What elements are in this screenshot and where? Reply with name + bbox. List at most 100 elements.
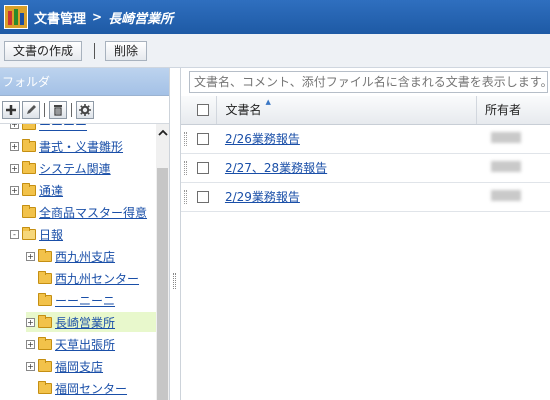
folder-panel-header: フォルダ bbox=[0, 68, 169, 96]
column-header-owner[interactable]: 所有者 bbox=[476, 96, 550, 125]
create-document-button[interactable]: 文書の作成 bbox=[4, 40, 83, 61]
folder-icon bbox=[22, 204, 36, 218]
expand-icon[interactable]: + bbox=[26, 317, 35, 327]
document-panel: ▲ 文書名 所有者 2/26業務報告 2/27、28業務報告 bbox=[180, 68, 550, 400]
folder-icon bbox=[22, 160, 36, 174]
tree-item[interactable]: 全商品マスター得意 bbox=[22, 202, 147, 222]
folder-icon bbox=[38, 358, 52, 372]
plus-icon[interactable] bbox=[2, 100, 20, 119]
row-grip[interactable] bbox=[181, 124, 189, 154]
collapse-icon[interactable]: - bbox=[10, 229, 19, 239]
column-header-name[interactable]: ▲ 文書名 bbox=[216, 96, 478, 125]
expand-icon[interactable]: + bbox=[10, 185, 19, 195]
current-folder-title: 長崎営業所 bbox=[108, 11, 174, 27]
folder-tree: + ーーーー + 書式・义書雛形 + システム関連 + 通達 全商品マスター得意… bbox=[0, 124, 156, 400]
tree-item-label[interactable]: 通達 bbox=[39, 182, 63, 199]
tree-item-label[interactable]: 福岡センター bbox=[55, 380, 127, 397]
document-link[interactable]: 2/26業務報告 bbox=[225, 132, 300, 146]
owner-redacted bbox=[490, 160, 521, 172]
splitter-grip-icon[interactable] bbox=[173, 273, 176, 289]
trash-icon[interactable] bbox=[49, 100, 67, 119]
folder-icon bbox=[22, 138, 36, 152]
table-row[interactable]: 2/27、28業務報告 bbox=[181, 153, 550, 183]
folder-icon bbox=[38, 270, 52, 284]
row-grip[interactable] bbox=[181, 153, 189, 183]
table-row[interactable]: 2/26業務報告 bbox=[181, 124, 550, 154]
document-link[interactable]: 2/27、28業務報告 bbox=[225, 161, 327, 175]
toolbar: 文書の作成 削除 bbox=[0, 34, 550, 68]
row-select-cell bbox=[188, 182, 217, 212]
row-select-cell bbox=[188, 124, 217, 154]
tree-item-label[interactable]: システム関連 bbox=[39, 160, 111, 177]
tree-item[interactable]: + ーーーー bbox=[10, 124, 87, 134]
tree-item[interactable]: - 日報 bbox=[10, 224, 63, 244]
row-checkbox[interactable] bbox=[196, 133, 209, 145]
folder-toolbar bbox=[0, 96, 169, 124]
tree-item[interactable]: + 通達 bbox=[10, 180, 63, 200]
breadcrumb-separator: > bbox=[92, 10, 103, 24]
row-grip-header bbox=[181, 96, 189, 125]
expand-icon[interactable]: + bbox=[10, 163, 19, 173]
tree-item-label[interactable]: 日報 bbox=[39, 226, 63, 243]
search-input[interactable] bbox=[189, 71, 548, 93]
tree-item[interactable]: + 福岡支店 bbox=[26, 356, 103, 376]
app-title-bar: 文書管理 > 長崎営業所 bbox=[0, 0, 550, 34]
tree-item-label[interactable]: 福岡支店 bbox=[55, 358, 103, 375]
owner-redacted bbox=[490, 131, 521, 143]
tree-item-label[interactable]: 西九州センター bbox=[55, 270, 139, 287]
expand-icon[interactable]: + bbox=[26, 361, 35, 371]
tree-item[interactable]: 西九州センター bbox=[38, 268, 139, 288]
tree-item[interactable]: + システム関連 bbox=[10, 158, 111, 178]
app-title: 文書管理 bbox=[34, 11, 87, 27]
scroll-up-chevron-icon[interactable] bbox=[156, 124, 169, 140]
pane-splitter[interactable] bbox=[170, 68, 180, 400]
document-name-cell: 2/29業務報告 bbox=[216, 182, 477, 212]
sort-asc-icon: ▲ bbox=[265, 98, 271, 106]
search-row bbox=[181, 68, 550, 96]
folder-toolbar-divider bbox=[71, 102, 72, 117]
tree-item-label[interactable]: ーーニーニ bbox=[55, 292, 115, 309]
delete-button[interactable]: 削除 bbox=[105, 40, 148, 61]
gear-icon[interactable] bbox=[76, 100, 94, 119]
owner-cell bbox=[476, 124, 550, 154]
folder-icon bbox=[38, 336, 52, 350]
document-link[interactable]: 2/29業務報告 bbox=[225, 190, 300, 204]
drag-handle-icon[interactable] bbox=[184, 131, 187, 146]
document-table: ▲ 文書名 所有者 2/26業務報告 2/27、28業務報告 2/29業務報告 bbox=[181, 96, 550, 212]
drag-handle-icon[interactable] bbox=[184, 189, 187, 204]
expand-icon[interactable]: + bbox=[26, 251, 35, 261]
expand-icon[interactable]: + bbox=[10, 124, 19, 129]
open-folder-icon bbox=[22, 226, 36, 240]
expand-icon[interactable]: + bbox=[26, 339, 35, 349]
select-all-checkbox[interactable] bbox=[196, 104, 209, 117]
tree-item[interactable]: + 書式・义書雛形 bbox=[10, 136, 123, 156]
row-select-cell bbox=[188, 153, 217, 183]
folder-toolbar-divider bbox=[44, 102, 45, 117]
scroll-thumb[interactable] bbox=[157, 168, 168, 400]
tree-item[interactable]: + 天草出張所 bbox=[26, 334, 115, 354]
tree-item[interactable]: 福岡センター bbox=[38, 378, 127, 398]
table-row[interactable]: 2/29業務報告 bbox=[181, 182, 550, 212]
owner-cell bbox=[476, 182, 550, 212]
folder-tree-scrollbar[interactable] bbox=[156, 124, 169, 400]
folder-panel: フォルダ + ーーーー + 書式・义書雛形 + システム関連 + 通達 全商品マ… bbox=[0, 68, 170, 400]
row-checkbox[interactable] bbox=[196, 191, 209, 203]
expand-icon[interactable]: + bbox=[10, 141, 19, 151]
row-grip[interactable] bbox=[181, 182, 189, 212]
tree-item-label[interactable]: 天草出張所 bbox=[55, 336, 115, 353]
tree-item-label[interactable]: ーーーー bbox=[39, 124, 87, 133]
select-all-header bbox=[188, 96, 218, 125]
folder-icon bbox=[38, 380, 52, 394]
tree-item-label[interactable]: 西九州支店 bbox=[55, 248, 115, 265]
row-checkbox[interactable] bbox=[196, 162, 209, 174]
tree-item-label[interactable]: 書式・义書雛形 bbox=[39, 138, 123, 155]
folder-icon bbox=[22, 182, 36, 196]
tree-item[interactable]: + 西九州支店 bbox=[26, 246, 115, 266]
column-header-name-label: 文書名 bbox=[225, 103, 262, 118]
pencil-icon[interactable] bbox=[22, 100, 40, 119]
tree-item-label[interactable]: 全商品マスター得意 bbox=[39, 204, 147, 221]
tree-item[interactable]: ーーニーニ bbox=[38, 290, 115, 310]
tree-item-label[interactable]: 長崎営業所 bbox=[55, 314, 115, 331]
drag-handle-icon[interactable] bbox=[184, 160, 187, 175]
tree-item-selected[interactable]: + 長崎営業所 bbox=[26, 312, 156, 332]
